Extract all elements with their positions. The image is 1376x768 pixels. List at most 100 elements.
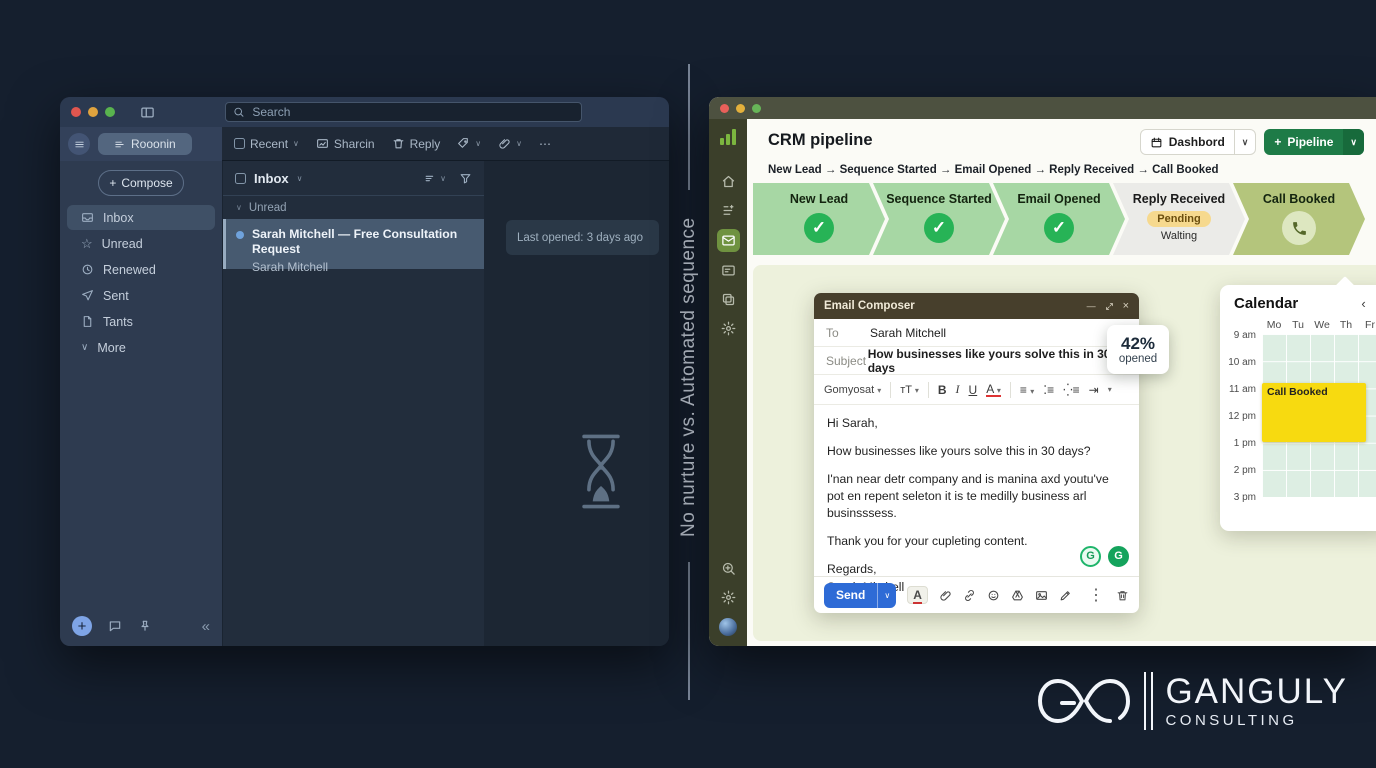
underline-button[interactable]: U [969, 383, 978, 397]
recent-dropdown[interactable]: Recent ∨ [234, 137, 299, 151]
compose-button[interactable]: + Compose [98, 170, 184, 196]
maximize-traffic-light[interactable] [105, 107, 115, 117]
stage-reply-received[interactable]: Reply Received Pending Walting [1113, 183, 1245, 255]
menu-button[interactable] [68, 133, 90, 155]
reply-button[interactable]: Reply [392, 137, 441, 151]
email-body[interactable]: Hi Sarah, How businesses like yours solv… [814, 405, 1139, 573]
mail-toolbar: Rooonin Recent ∨ Sharcin Reply [60, 127, 669, 161]
settings-icon[interactable] [721, 321, 736, 336]
sidebar-item-sent[interactable]: Sent [67, 283, 215, 308]
unread-dot [236, 231, 244, 239]
text-color-button[interactable]: A ▾ [986, 383, 1001, 397]
composer-titlebar[interactable]: Email Composer — × [814, 293, 1139, 319]
select-all-checkbox[interactable] [235, 173, 246, 184]
home-icon[interactable] [721, 174, 736, 189]
select-checkbox[interactable] [234, 138, 245, 149]
font-select[interactable]: Gomyosat ▾ [824, 384, 881, 396]
grammarly-icon[interactable]: G [1080, 546, 1101, 567]
copy-icon[interactable] [721, 292, 736, 307]
sidebar-item-tants[interactable]: Tants [67, 309, 215, 334]
stage-sequence-started[interactable]: Sequence Started ✓ [873, 183, 1005, 255]
stage-new-lead[interactable]: New Lead ✓ [753, 183, 885, 255]
calendar-event[interactable]: Call Booked [1262, 383, 1366, 442]
mail-toolbar-left: Rooonin [60, 127, 222, 161]
send-button[interactable]: Send ∨ [824, 583, 896, 608]
tag-icon [457, 137, 470, 150]
discard-trash-icon[interactable] [1116, 589, 1129, 602]
to-row[interactable]: To Sarah Mitchell [814, 319, 1139, 347]
more-formats-button[interactable]: ▾ [1108, 385, 1112, 394]
pin-icon[interactable] [138, 619, 152, 633]
attach-dropdown[interactable]: ∨ [498, 137, 522, 150]
sidebar-toggle-icon[interactable] [140, 105, 155, 120]
close-traffic-light[interactable] [720, 104, 729, 113]
new-pipeline-button[interactable]: + Pipeline ∨ [1264, 129, 1364, 155]
maximize-traffic-light[interactable] [752, 104, 761, 113]
stage-email-opened[interactable]: Email Opened ✓ [993, 183, 1125, 255]
page-title: CRM pipeline [768, 131, 873, 150]
filter-button[interactable] [459, 172, 472, 185]
more-button[interactable]: ⋯ [539, 137, 551, 151]
calendar-grid[interactable]: 9 am 10 am 11 am 12 pm 1 pm 2 pm 3 pm Ca… [1262, 334, 1376, 497]
subject-row[interactable]: Subject How businesses like yours solve … [814, 347, 1139, 375]
emoji-icon[interactable] [987, 589, 1000, 602]
chevron-down-icon: ∨ [516, 139, 522, 148]
insert-link-icon[interactable] [963, 589, 976, 602]
bullet-list-button[interactable]: ⁚≡ [1043, 383, 1054, 397]
expand-icon[interactable] [1105, 302, 1114, 311]
account-button[interactable]: Rooonin [98, 133, 192, 155]
dashboard-button[interactable]: Dashbord ∨ [1140, 129, 1257, 155]
avatar[interactable] [719, 618, 737, 636]
align-button[interactable]: ≡ ▾ [1020, 383, 1034, 397]
mail-nav-icon[interactable] [717, 229, 740, 252]
font-size-button[interactable]: ᴛT ▾ [900, 384, 919, 396]
italic-button[interactable]: I [956, 382, 960, 397]
numbered-list-button[interactable]: ⁛≡ [1063, 383, 1080, 397]
close-traffic-light[interactable] [71, 107, 81, 117]
calendar-prev-button[interactable]: ‹ [1361, 296, 1365, 311]
minimize-icon[interactable]: — [1087, 301, 1096, 311]
indent-button[interactable]: ⇥ [1089, 383, 1099, 397]
sidebar-item-unread[interactable]: ☆ Unread [67, 231, 215, 256]
signature-pen-icon[interactable] [1059, 589, 1072, 602]
more-options-icon[interactable]: ⋮ [1088, 585, 1104, 605]
search-input[interactable] [250, 104, 574, 120]
insert-photo-icon[interactable] [1035, 589, 1048, 602]
formatting-toggle-button[interactable]: A [907, 586, 928, 604]
calendar-day-headers: MoTuWeThFr [1262, 319, 1376, 331]
unread-group-header[interactable]: ∨ Unread [223, 196, 484, 219]
chevron-down-icon[interactable]: ∨ [297, 174, 303, 183]
sidebar-item-inbox[interactable]: Inbox [67, 205, 215, 230]
close-icon[interactable]: × [1123, 300, 1129, 312]
sequence-icon[interactable] [721, 203, 736, 218]
collapse-sidebar-button[interactable]: « [202, 618, 210, 635]
sidebar-item-renewed[interactable]: Renewed [67, 257, 215, 282]
minimize-traffic-light[interactable] [736, 104, 745, 113]
zoom-in-icon[interactable] [721, 561, 736, 576]
chat-icon[interactable] [108, 619, 122, 633]
stage-call-booked[interactable]: Call Booked [1233, 183, 1365, 255]
attach-file-icon[interactable] [939, 589, 952, 602]
trash-icon [392, 137, 405, 150]
inbox-icon [81, 211, 94, 224]
email-list-item[interactable]: Sarah Mitchell — Free Consultation Reque… [223, 219, 484, 269]
chevron-down-icon[interactable]: ∨ [1343, 129, 1364, 155]
sharcin-button[interactable]: Sharcin [316, 137, 375, 151]
grammarly-icon[interactable]: G [1108, 546, 1129, 567]
gear-icon[interactable] [721, 590, 736, 605]
pipeline-stages: New Lead ✓ Sequence Started ✓ Email Open… [753, 183, 1365, 255]
bold-button[interactable]: B [938, 383, 947, 397]
sort-button[interactable]: ∨ [424, 172, 446, 185]
email-sender: Sarah Mitchell [252, 260, 474, 274]
tag-dropdown[interactable]: ∨ [457, 137, 481, 150]
chevron-down-icon[interactable]: ∨ [1234, 130, 1256, 154]
calendar-icon [1150, 136, 1163, 149]
minimize-traffic-light[interactable] [88, 107, 98, 117]
sidebar-item-more[interactable]: ∨ More [67, 335, 215, 360]
add-button[interactable]: + [72, 616, 92, 636]
plus-icon: + [1274, 135, 1281, 149]
card-icon[interactable] [721, 263, 736, 278]
search-bar[interactable] [225, 102, 582, 122]
send-options-caret[interactable]: ∨ [877, 583, 896, 608]
drive-icon[interactable] [1011, 589, 1024, 602]
